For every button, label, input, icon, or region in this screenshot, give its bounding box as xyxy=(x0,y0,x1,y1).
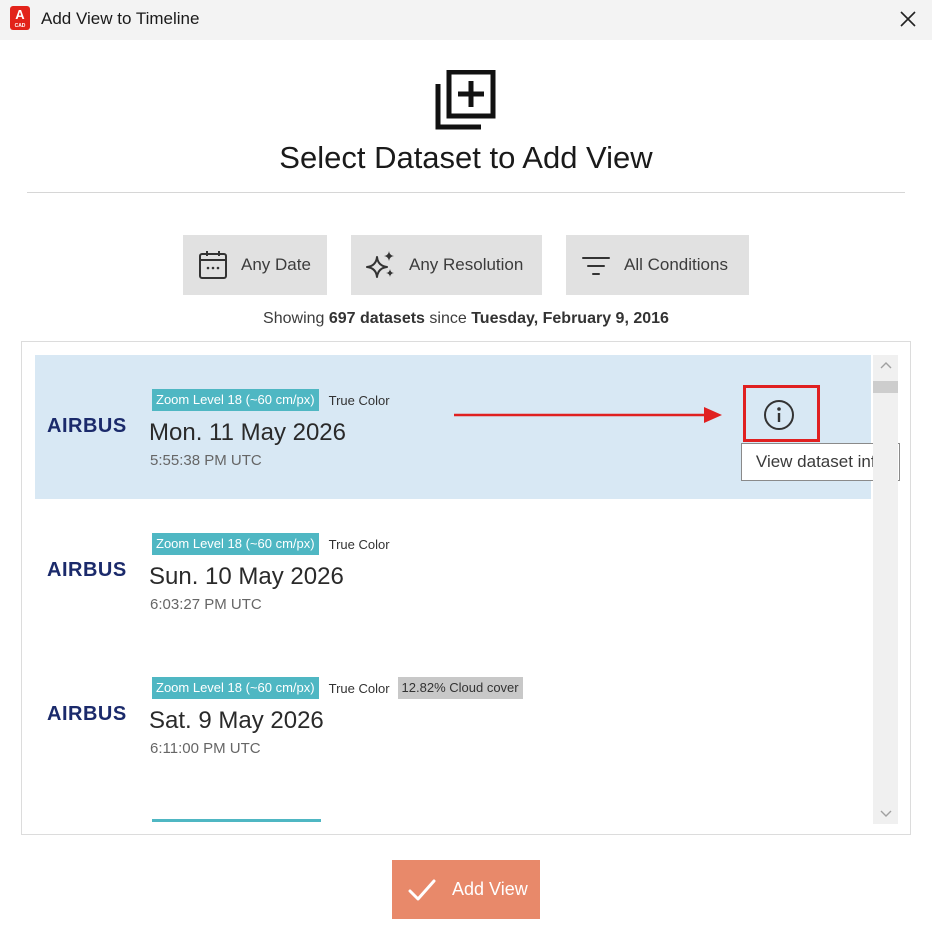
all-conditions-label: All Conditions xyxy=(624,255,728,274)
next-row-partial-tag xyxy=(152,819,321,822)
add-view-button[interactable]: Add View xyxy=(392,860,540,919)
app-icon-letter: A xyxy=(15,7,25,22)
zoom-level-tag: Zoom Level 18 (~60 cm/px) xyxy=(152,677,319,699)
any-resolution-filter-button[interactable]: Any Resolution xyxy=(351,235,542,295)
any-date-label: Any Date xyxy=(241,255,311,274)
dataset-tags: Zoom Level 18 (~60 cm/px) True Color 12.… xyxy=(152,677,523,699)
dataset-list: AIRBUS Zoom Level 18 (~60 cm/px) True Co… xyxy=(21,341,911,835)
dataset-row[interactable]: AIRBUS Zoom Level 18 (~60 cm/px) True Co… xyxy=(35,643,871,787)
cloud-cover-tag: 12.82% Cloud cover xyxy=(397,677,523,699)
summary-count: 697 datasets xyxy=(328,310,425,327)
dataset-time: 6:11:00 PM UTC xyxy=(150,740,261,757)
checkmark-icon xyxy=(408,879,436,900)
close-icon xyxy=(900,11,916,27)
window-title: Add View to Timeline xyxy=(41,9,200,28)
list-scrollbar[interactable] xyxy=(873,355,898,824)
scroll-down-button[interactable] xyxy=(873,804,898,824)
scroll-thumb[interactable] xyxy=(873,381,898,393)
airbus-logo: AIRBUS xyxy=(47,703,127,725)
dataset-date: Mon. 11 May 2026 xyxy=(149,419,347,446)
sparkle-icon xyxy=(366,251,394,278)
zoom-level-tag: Zoom Level 18 (~60 cm/px) xyxy=(152,389,319,411)
header-divider xyxy=(27,192,905,193)
calendar-icon xyxy=(199,251,227,279)
summary-middle: since xyxy=(429,310,467,327)
airbus-logo: AIRBUS xyxy=(47,415,127,437)
dataset-row[interactable]: AIRBUS Zoom Level 18 (~60 cm/px) True Co… xyxy=(35,355,900,499)
chevron-up-icon xyxy=(880,362,891,369)
page-title: Select Dataset to Add View xyxy=(279,140,653,175)
dataset-row[interactable]: AIRBUS Zoom Level 18 (~60 cm/px) True Co… xyxy=(35,499,871,643)
title-bar: A CAD Add View to Timeline xyxy=(0,0,932,40)
all-conditions-filter-button[interactable]: All Conditions xyxy=(566,235,749,295)
chevron-down-icon xyxy=(880,810,891,817)
close-button[interactable] xyxy=(892,4,924,34)
summary-date: Tuesday, February 9, 2016 xyxy=(471,310,669,327)
color-tag: True Color xyxy=(328,536,390,552)
dataset-time: 5:55:38 PM UTC xyxy=(150,452,262,469)
summary-prefix: Showing xyxy=(263,310,325,327)
zoom-level-tag: Zoom Level 18 (~60 cm/px) xyxy=(152,533,319,555)
dataset-date: Sun. 10 May 2026 xyxy=(149,563,344,590)
view-dataset-info-button[interactable] xyxy=(763,399,795,431)
add-to-stack-icon xyxy=(435,70,496,130)
dataset-tags: Zoom Level 18 (~60 cm/px) True Color xyxy=(152,533,390,555)
color-tag: True Color xyxy=(328,392,390,408)
scroll-up-button[interactable] xyxy=(873,355,898,375)
dataset-time: 6:03:27 PM UTC xyxy=(150,596,262,613)
dataset-count-summary: Showing 697 datasets since Tuesday, Febr… xyxy=(0,310,932,328)
airbus-logo: AIRBUS xyxy=(47,559,127,581)
color-tag: True Color xyxy=(328,680,390,696)
app-icon-sub: CAD xyxy=(14,23,26,29)
dataset-tags: Zoom Level 18 (~60 cm/px) True Color xyxy=(152,389,390,411)
annotation-arrow xyxy=(454,407,722,423)
filter-icon xyxy=(582,257,610,275)
info-icon xyxy=(764,400,794,430)
any-resolution-label: Any Resolution xyxy=(409,255,524,274)
any-date-filter-button[interactable]: Any Date xyxy=(183,235,327,295)
add-view-label: Add View xyxy=(452,879,528,899)
dataset-date: Sat. 9 May 2026 xyxy=(149,707,324,734)
app-icon: A CAD xyxy=(10,6,30,30)
